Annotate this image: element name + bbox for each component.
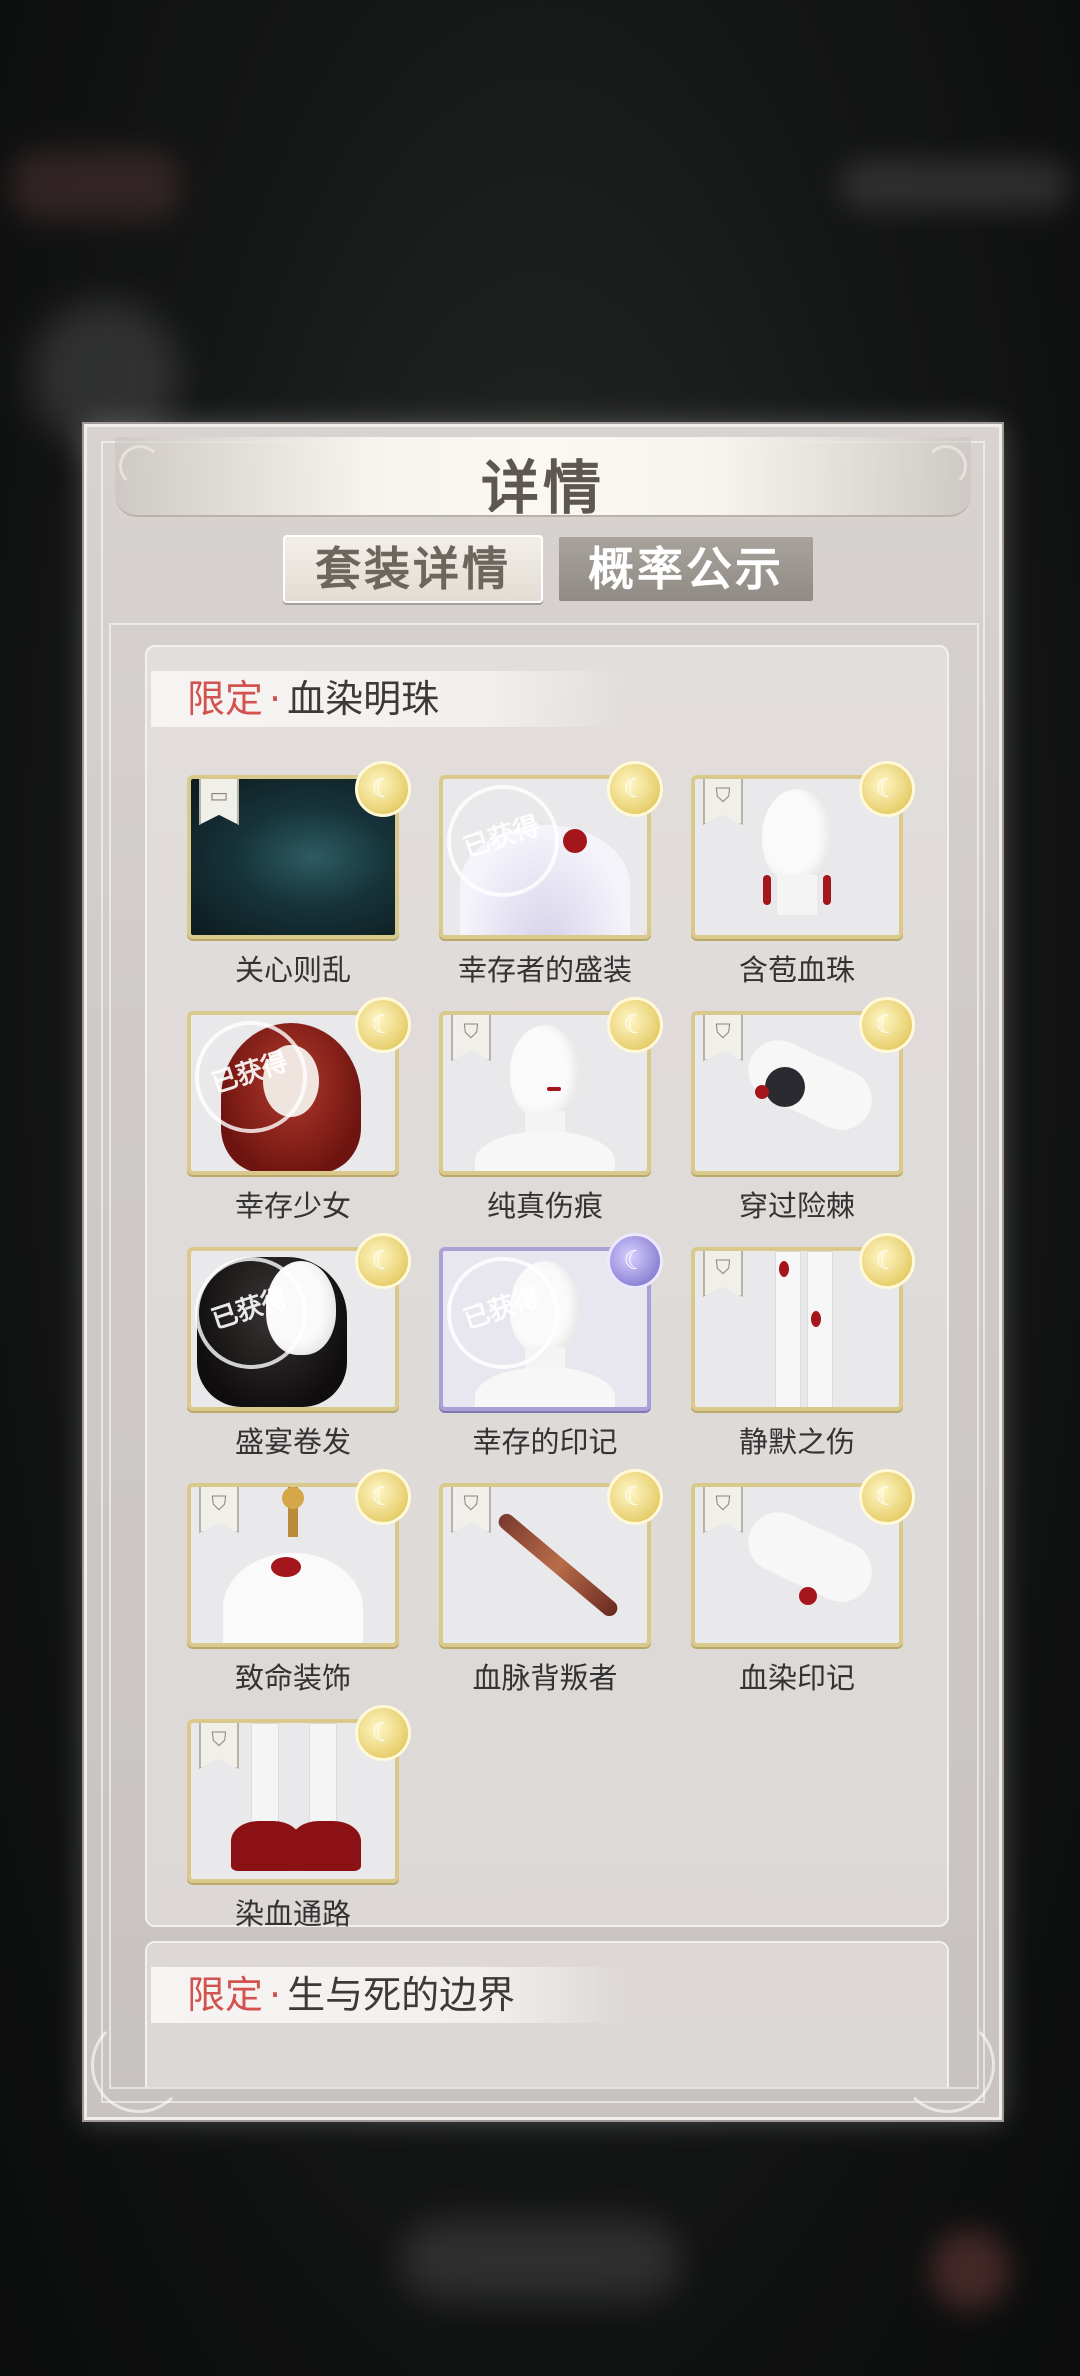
item-art <box>775 1251 801 1407</box>
item-card[interactable]: 已获得 ☾ 盛宴卷发 <box>187 1233 411 1461</box>
rarity-purple-icon: ☾ <box>607 1233 663 1289</box>
set-name: 生与死的边界 <box>287 1973 516 2017</box>
rarity-gold-icon: ☾ <box>859 1469 915 1525</box>
earring-icon <box>823 875 831 905</box>
item-card[interactable]: ⛉ ☾ 含苞血珠 <box>691 761 915 989</box>
accessory-icon: ⛉ <box>199 1723 239 1769</box>
earring-icon <box>763 875 771 905</box>
rarity-gold-icon: ☾ <box>859 1233 915 1289</box>
shoe-icon <box>291 1821 361 1871</box>
accessory-icon: ⛉ <box>703 1251 743 1297</box>
item-name: 关心则乱 <box>234 953 351 987</box>
rarity-gold-icon: ☾ <box>607 997 663 1053</box>
blood-icon <box>779 1261 789 1277</box>
blood-icon <box>755 1085 769 1099</box>
background-top-left-blur <box>10 150 180 220</box>
item-art <box>807 1251 833 1407</box>
set-header: 限定 · 生与死的边界 <box>151 1967 627 2023</box>
background-top-right-blur <box>840 160 1070 210</box>
limited-label: 限定 <box>187 677 264 721</box>
accessory-icon: ⛉ <box>451 1487 491 1533</box>
set-name: 血染明珠 <box>287 677 440 721</box>
blood-ring-icon <box>799 1587 817 1605</box>
background-bottom-button-blur <box>400 2220 680 2300</box>
stand-knob <box>282 1487 304 1509</box>
title-curl-right-icon <box>925 445 967 487</box>
blood-rose-icon <box>563 829 587 853</box>
blood-icon <box>811 1311 821 1327</box>
corner-ornament-left-icon <box>91 2017 187 2113</box>
item-card[interactable]: ⛉ ☾ 染血通路 <box>187 1705 411 1933</box>
item-name: 幸存者的盛装 <box>457 953 632 987</box>
rarity-gold-icon: ☾ <box>355 1233 411 1289</box>
accessory-icon: ⛉ <box>199 1487 239 1533</box>
rarity-gold-icon: ☾ <box>607 1469 663 1525</box>
rarity-gold-icon: ☾ <box>355 1469 411 1525</box>
separator: · <box>269 677 282 721</box>
item-name: 致命装饰 <box>234 1661 351 1695</box>
set-card-1: 限定 · 血染明珠 ▭ ☾ 关心则乱 已获得 ☾ 幸存者的盛装 ⛉ ☾ 含苞血珠… <box>145 645 949 1931</box>
item-art <box>251 1723 279 1835</box>
item-card[interactable]: ▭ ☾ 关心则乱 <box>187 761 411 989</box>
item-name: 穿过险棘 <box>738 1189 855 1223</box>
item-name: 染血通路 <box>234 1897 351 1931</box>
item-name: 纯真伤痕 <box>486 1189 603 1223</box>
mannequin-shoulders <box>475 1367 615 1407</box>
rarity-gold-icon: ☾ <box>859 761 915 817</box>
mannequin-neck <box>777 875 817 915</box>
mannequin-head <box>510 1025 580 1119</box>
dialog-title: 详情 <box>480 454 605 522</box>
background-bottom-right-blur <box>930 2230 1010 2310</box>
item-name: 静默之伤 <box>738 1425 855 1459</box>
item-card[interactable]: ⛉ ☾ 血染印记 <box>691 1469 915 1697</box>
rarity-gold-icon: ☾ <box>355 761 411 817</box>
set-card-2: 限定 · 生与死的边界 <box>145 1941 949 2087</box>
item-name: 血染印记 <box>738 1661 855 1695</box>
mannequin-head <box>762 789 832 883</box>
accessory-icon: ⛉ <box>703 779 743 825</box>
separator: · <box>269 1973 282 2017</box>
item-name: 血脉背叛者 <box>472 1661 618 1695</box>
tab-probability[interactable]: 概率公示 <box>557 535 815 603</box>
accessory-icon: ⛉ <box>451 1015 491 1061</box>
rarity-gold-icon: ☾ <box>859 997 915 1053</box>
item-card[interactable]: 已获得 ☾ 幸存者的盛装 <box>439 761 663 989</box>
item-name: 幸存少女 <box>234 1189 351 1223</box>
item-name: 幸存的印记 <box>472 1425 618 1459</box>
mannequin-shoulders <box>475 1131 615 1171</box>
rarity-gold-icon: ☾ <box>607 761 663 817</box>
details-dialog: 详情 套装详情 概率公示 限定 · 血染明珠 ▭ ☾ 关心则乱 已获得 ☾ 幸存… <box>84 424 1002 2120</box>
blood-icon <box>271 1557 301 1577</box>
item-art <box>309 1723 337 1835</box>
limited-label: 限定 <box>187 1973 264 2017</box>
set-header: 限定 · 血染明珠 <box>151 671 627 727</box>
item-card[interactable]: ⛉ ☾ 穿过险棘 <box>691 997 915 1225</box>
item-card[interactable]: ⛉ ☾ 纯真伤痕 <box>439 997 663 1225</box>
item-card[interactable]: ⛉ ☾ 血脉背叛者 <box>439 1469 663 1697</box>
item-card[interactable]: 已获得 ☾ 幸存的印记 <box>439 1233 663 1461</box>
item-card[interactable]: 已获得 ☾ 幸存少女 <box>187 997 411 1225</box>
tab-set-details[interactable]: 套装详情 <box>283 535 543 603</box>
corner-ornament-right-icon <box>899 2017 995 2113</box>
item-name: 含苞血珠 <box>738 953 855 987</box>
flower-icon <box>765 1067 805 1107</box>
accessory-icon: ⛉ <box>703 1015 743 1061</box>
item-card[interactable]: ⛉ ☾ 静默之伤 <box>691 1233 915 1461</box>
scar-icon <box>547 1087 561 1091</box>
item-name: 盛宴卷发 <box>234 1425 351 1459</box>
rarity-gold-icon: ☾ <box>355 997 411 1053</box>
accessory-icon: ⛉ <box>703 1487 743 1533</box>
rarity-gold-icon: ☾ <box>355 1705 411 1761</box>
dialog-title-bar: 详情 <box>115 437 971 522</box>
scroll-content[interactable]: 限定 · 血染明珠 ▭ ☾ 关心则乱 已获得 ☾ 幸存者的盛装 ⛉ ☾ 含苞血珠… <box>109 623 979 2089</box>
item-card[interactable]: ⛉ ☾ 致命装饰 <box>187 1469 411 1697</box>
dagger-icon <box>495 1510 621 1620</box>
